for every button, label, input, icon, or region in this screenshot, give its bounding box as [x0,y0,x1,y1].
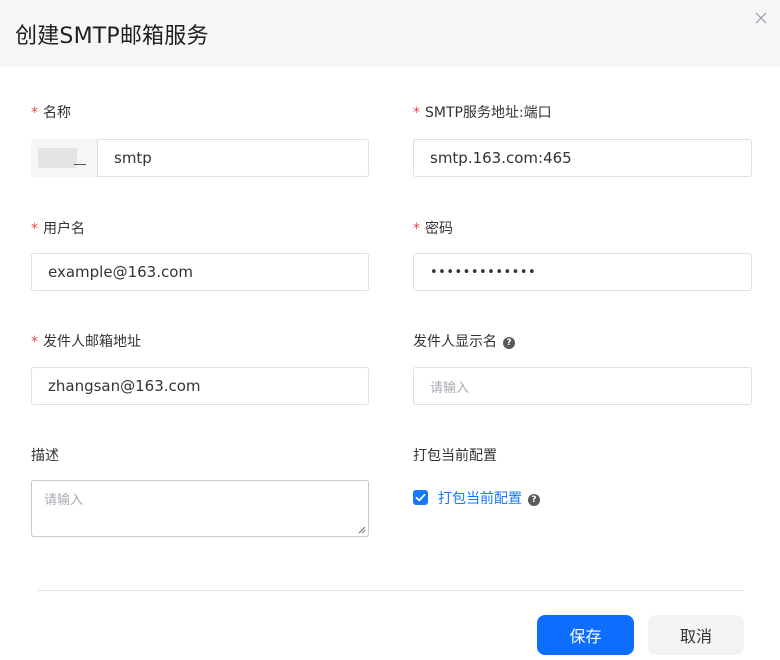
close-icon[interactable] [754,11,768,25]
package-label: 打包当前配置 [413,448,497,464]
description-label: 描述 [31,448,59,464]
sender-display-name-label: 发件人显示名? [413,331,515,351]
name-input[interactable]: smtp [97,139,369,177]
name-label: * 名称 [31,105,71,121]
required-mark: * [31,334,38,350]
password-label: * 密码 [413,221,453,237]
username-input[interactable]: example@163.com [31,253,369,291]
check-icon [415,493,426,502]
required-mark: * [413,105,420,121]
required-mark: * [413,221,420,237]
footer-divider [38,590,744,591]
prefix-blurred [38,148,77,168]
package-checkbox-label[interactable]: 打包当前配置? [438,488,540,508]
sender-display-name-input[interactable]: 请输入 [413,367,752,405]
username-label: * 用户名 [31,221,85,237]
save-button[interactable]: 保存 [537,615,634,655]
required-mark: * [31,105,38,121]
help-icon[interactable]: ? [528,494,540,506]
smtp-address-input[interactable]: smtp.163.com:465 [413,139,752,177]
smtp-address-label: * SMTP服务地址:端口 [413,105,552,121]
name-prefix [31,139,97,177]
dialog-title: 创建SMTP邮箱服务 [15,24,209,49]
required-mark: * [31,221,38,237]
sender-email-label: * 发件人邮箱地址 [31,334,141,350]
package-checkbox[interactable] [413,490,428,505]
password-input[interactable]: ••••••••••••• [413,253,752,291]
prefix-underscore [74,164,86,165]
description-textarea[interactable]: 请输入 [31,480,369,537]
dialog-header: 创建SMTP邮箱服务 [0,0,780,67]
cancel-button[interactable]: 取消 [648,615,744,655]
sender-email-input[interactable]: zhangsan@163.com [31,367,369,405]
resize-handle-icon[interactable] [358,526,366,534]
help-icon[interactable]: ? [503,337,515,349]
